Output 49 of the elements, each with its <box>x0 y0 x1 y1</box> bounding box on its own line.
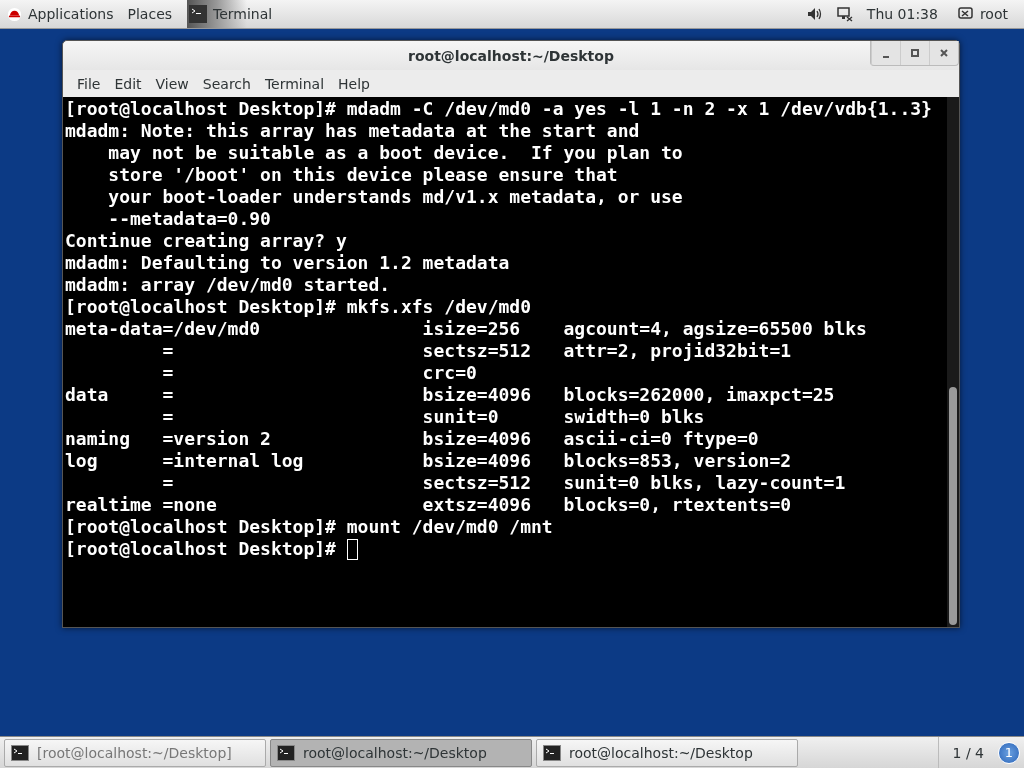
terminal-line: log =internal log bsize=4096 blocks=853, version=2 <box>65 450 792 472</box>
close-icon <box>939 48 949 58</box>
network-icon[interactable] <box>836 6 853 22</box>
terminal-line: mdadm: Note: this array has metadata at the start and <box>65 120 640 142</box>
terminal-line: your boot-loader understands md/v1.x metadata, or use <box>107 186 683 208</box>
terminal-line: [root@localhost Desktop]# mkfs.xfs /dev/md0 <box>65 296 531 318</box>
terminal-line: [root@localhost Desktop]# <box>65 538 337 560</box>
terminal-line: = sectsz=512 sunit=0 blks, lazy-count=1 <box>161 472 846 494</box>
window-title: root@localhost:~/Desktop <box>408 47 614 64</box>
terminal-icon <box>277 744 295 761</box>
applications-menu[interactable]: Applications <box>0 0 121 28</box>
terminal-icon <box>543 744 561 761</box>
terminal-line: mdadm: Defaulting to version 1.2 metadata <box>65 252 510 274</box>
terminal-line: meta-data=/dev/md0 isize=256 agcount=4, agsize=65500 blks <box>65 318 867 340</box>
maximize-icon <box>910 48 920 58</box>
terminal-line: mdadm: array /dev/md0 started. <box>65 274 391 296</box>
taskbar-item[interactable]: root@localhost:~/Desktop <box>270 738 532 767</box>
menu-item[interactable]: Search <box>195 75 258 92</box>
menu-item[interactable]: Help <box>331 75 377 92</box>
user-icon[interactable] <box>957 6 974 22</box>
taskbar-item[interactable]: root@localhost:~/Desktop <box>536 738 798 767</box>
volume-icon[interactable] <box>806 6 823 22</box>
menu-item[interactable]: File <box>70 75 108 92</box>
terminal-line: naming =version 2 bsize=4096 ascii-ci=0 ftype=0 <box>65 428 759 450</box>
taskbar-item[interactable]: [root@localhost:~/Desktop] <box>4 738 266 767</box>
places-menu[interactable]: Places <box>120 0 180 28</box>
hat-logo-icon <box>7 6 22 22</box>
terminal-line: data = bsize=4096 blocks=262000, imaxpct=25 <box>65 384 835 406</box>
terminal-icon <box>189 3 208 25</box>
workspace-indicator[interactable]: 1 / 4 <box>937 737 998 768</box>
terminal-line: = sunit=0 swidth=0 blks <box>161 406 705 428</box>
minimize-icon <box>883 56 889 58</box>
terminal-line: store '/boot' on this device please ensure that <box>107 164 618 186</box>
menu-item[interactable]: Terminal <box>257 75 332 92</box>
user-name[interactable]: root <box>979 6 1008 22</box>
scrollbar-thumb[interactable] <box>949 387 957 625</box>
terminal-line: Continue creating array? y <box>65 230 347 252</box>
menu-item[interactable]: View <box>148 75 196 92</box>
terminal-line: [root@localhost Desktop]# mdadm -C /dev/md0 -a yes -l 1 -n 2 -x 1 /dev/vdb{1..3} <box>65 98 932 120</box>
terminal-line: [root@localhost Desktop]# mount /dev/md0 /mnt <box>65 516 553 538</box>
terminal-line: = crc=0 <box>161 362 477 384</box>
menu-item[interactable]: Edit <box>107 75 149 92</box>
terminal-line: may not be suitable as a boot device. If you plan to <box>107 142 683 164</box>
terminal-line: --metadata=0.90 <box>107 208 271 230</box>
scrollbar[interactable] <box>947 97 959 627</box>
clock[interactable]: Thu 01:38 <box>866 6 938 22</box>
terminal-line: realtime =none extsz=4096 blocks=0, rtextents=0 <box>65 494 792 516</box>
terminal-icon <box>11 744 29 761</box>
terminal-line: = sectsz=512 attr=2, projid32bit=1 <box>161 340 792 362</box>
